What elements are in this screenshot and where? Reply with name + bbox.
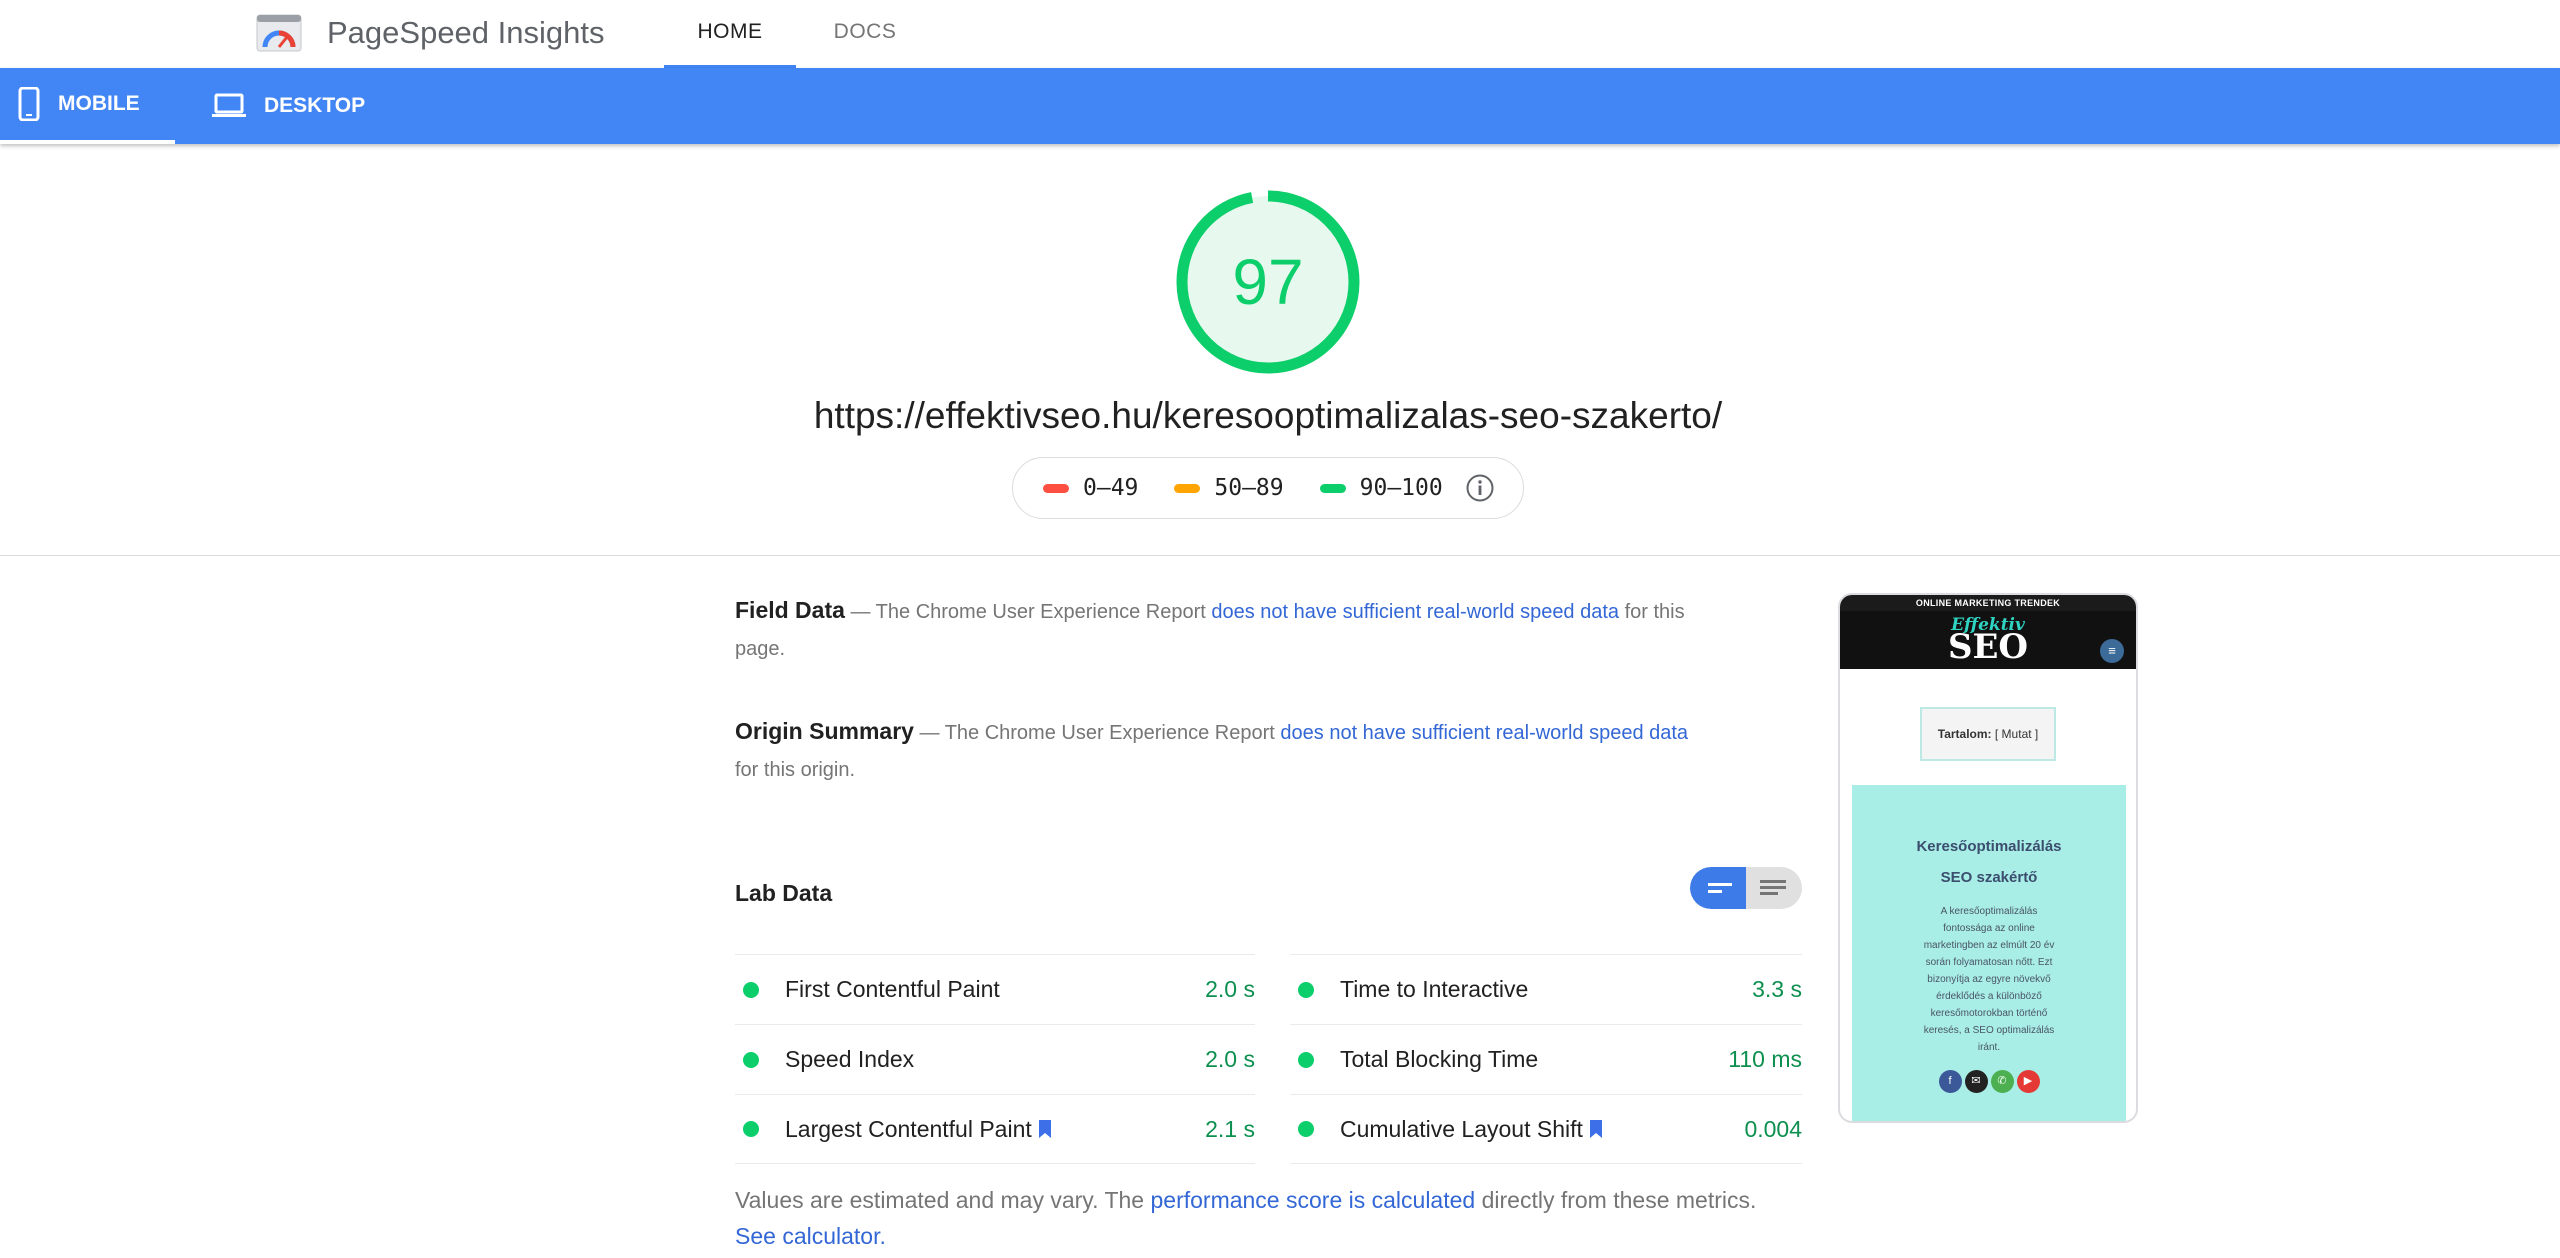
- origin-summary-title: Origin Summary: [735, 718, 914, 744]
- metric-label: Total Blocking Time: [1340, 1046, 1539, 1072]
- metric-value: 2.1 s: [1205, 1115, 1255, 1142]
- tab-mobile[interactable]: MOBILE: [0, 68, 175, 144]
- pagespeed-logo-icon[interactable]: [256, 14, 302, 52]
- performance-score-link[interactable]: performance score is calculated: [1150, 1187, 1475, 1213]
- score-legend: 0–49 50–89 90–100: [1012, 457, 1524, 519]
- thumb-toc-toggle: [ Mutat ]: [1994, 727, 2039, 741]
- metric-label-wrap: Cumulative Layout Shift: [1340, 1116, 1744, 1143]
- origin-summary-link[interactable]: does not have sufficient real-world spee…: [1280, 722, 1688, 744]
- legend-swatch-red: [1043, 483, 1069, 493]
- metric-value: 0.004: [1744, 1115, 1802, 1142]
- thumb-hero: Keresőoptimalizálás SEO szakértő A keres…: [1852, 785, 2126, 1121]
- metric-total-blocking-time: Total Blocking Time 110 ms: [1290, 1024, 1802, 1094]
- thumb-logo-line2: SEO: [1947, 627, 2029, 667]
- metrics-right-column: Time to Interactive 3.3 s Total Blocking…: [1290, 954, 1802, 1164]
- thumb-hero-title-1: Keresőoptimalizálás: [1916, 838, 2062, 855]
- metric-label: Largest Contentful Paint: [785, 1115, 1032, 1142]
- short-lines-icon: [1708, 883, 1732, 893]
- info-icon[interactable]: [1465, 473, 1495, 503]
- tab-home[interactable]: HOME: [664, 0, 796, 68]
- field-data-text: — The Chrome User Experience Report: [844, 601, 1212, 623]
- thumb-table-of-contents: Tartalom: [ Mutat ]: [1920, 707, 2056, 761]
- footnote-text-2: directly from these metrics.: [1475, 1187, 1757, 1213]
- thumb-toc-label: Tartalom:: [1937, 727, 1992, 741]
- metric-value: 3.3 s: [1752, 976, 1802, 1002]
- top-header: PageSpeed Insights HOME DOCS: [0, 0, 2560, 68]
- section-divider: [0, 555, 2560, 556]
- thumb-header: Effektiv SEO ≡: [1840, 611, 2136, 669]
- legend-swatch-orange: [1174, 483, 1201, 493]
- device-tab-bar: MOBILE DESKTOP: [0, 68, 2560, 144]
- field-data-title: Field Data: [735, 597, 845, 623]
- detail-view-lines-icon[interactable]: [1746, 867, 1802, 909]
- metric-largest-contentful-paint: Largest Contentful Paint 2.1 s: [735, 1094, 1255, 1164]
- legend-swatch-green: [1319, 483, 1346, 493]
- thumb-social-icons: f ✉ ✆ ▶: [1852, 1070, 2126, 1093]
- field-data-link[interactable]: does not have sufficient real-world spee…: [1211, 601, 1619, 623]
- phone-call-icon: ✆: [1990, 1070, 2014, 1093]
- legend-range-average: 50–89: [1214, 475, 1284, 501]
- pass-dot-icon: [743, 1051, 759, 1068]
- metric-time-to-interactive: Time to Interactive 3.3 s: [1290, 954, 1802, 1024]
- email-icon: ✉: [1964, 1070, 1988, 1093]
- tab-mobile-label: MOBILE: [58, 92, 140, 115]
- footnote-text: Values are estimated and may vary. The: [735, 1187, 1151, 1213]
- phone-icon: [18, 87, 40, 121]
- view-toggle[interactable]: [1690, 867, 1802, 909]
- bookmark-icon[interactable]: [1589, 1119, 1603, 1139]
- laptop-icon: [212, 93, 246, 117]
- tab-desktop-label: DESKTOP: [264, 94, 366, 117]
- page-screenshot-thumbnail: ONLINE MARKETING TRENDEK Effektiv SEO ≡ …: [1838, 593, 2138, 1123]
- thumb-top-banner: ONLINE MARKETING TRENDEK: [1840, 595, 2136, 611]
- origin-summary-text: — The Chrome User Experience Report: [913, 722, 1281, 744]
- metric-speed-index: Speed Index 2.0 s: [735, 1024, 1255, 1094]
- metric-value: 2.0 s: [1205, 1046, 1255, 1072]
- thumb-hero-title-2: SEO szakértő: [1940, 869, 2038, 886]
- thumb-menu-icon: ≡: [2100, 639, 2124, 663]
- thumb-hero-text: A keresőoptimalizálás fontossága az onli…: [1923, 906, 2055, 1053]
- metric-label-wrap: Largest Contentful Paint: [785, 1116, 1205, 1143]
- pass-dot-icon: [1298, 1051, 1314, 1068]
- lab-data-footnote: Values are estimated and may vary. The p…: [735, 1182, 1795, 1254]
- metric-label: Time to Interactive: [1340, 976, 1529, 1002]
- analyzed-url: https://effektivseo.hu/keresooptimalizal…: [813, 395, 1723, 436]
- bookmark-icon[interactable]: [1038, 1119, 1052, 1139]
- legend-item-average: 50–89: [1174, 475, 1284, 501]
- performance-score: 97: [1232, 246, 1304, 318]
- summary-view-button[interactable]: [1690, 867, 1746, 909]
- legend-range-pass: 90–100: [1359, 475, 1443, 501]
- metrics-left-column: First Contentful Paint 2.0 s Speed Index…: [735, 954, 1255, 1164]
- metric-value: 110 ms: [1728, 1046, 1802, 1072]
- pass-dot-icon: [1298, 1121, 1314, 1137]
- origin-summary-section: Origin Summary — The Chrome User Experie…: [735, 713, 1715, 789]
- legend-range-fail: 0–49: [1083, 475, 1139, 501]
- metric-label: First Contentful Paint: [785, 976, 1000, 1002]
- metric-first-contentful-paint: First Contentful Paint 2.0 s: [735, 954, 1255, 1024]
- tab-desktop[interactable]: DESKTOP: [212, 68, 412, 144]
- tab-docs[interactable]: DOCS: [820, 0, 910, 68]
- metric-label: Cumulative Layout Shift: [1340, 1115, 1583, 1142]
- youtube-icon: ▶: [2016, 1070, 2040, 1093]
- metric-label: Speed Index: [785, 1046, 915, 1072]
- lab-data-title: Lab Data: [735, 880, 833, 906]
- field-data-section: Field Data — The Chrome User Experience …: [735, 592, 1715, 668]
- pass-dot-icon: [743, 1121, 759, 1137]
- origin-summary-text-end: for this origin.: [735, 759, 856, 781]
- metric-cumulative-layout-shift: Cumulative Layout Shift 0.004: [1290, 1094, 1802, 1164]
- brand-title[interactable]: PageSpeed Insights: [327, 14, 605, 52]
- legend-item-pass: 90–100: [1319, 475, 1443, 501]
- see-calculator-link[interactable]: See calculator.: [735, 1223, 886, 1249]
- pass-dot-icon: [1298, 981, 1314, 998]
- facebook-icon: f: [1938, 1070, 1962, 1093]
- pass-dot-icon: [743, 981, 759, 998]
- metric-value: 2.0 s: [1205, 976, 1255, 1002]
- legend-item-fail: 0–49: [1043, 475, 1138, 501]
